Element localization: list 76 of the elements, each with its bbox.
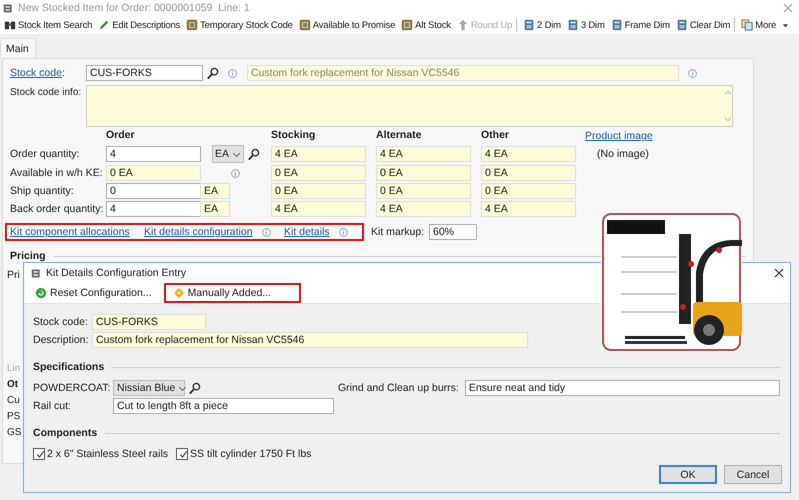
field-label: Stock code info: [10, 86, 82, 98]
checkbox-label[interactable]: 2 x 6" Stainless Steel rails [47, 448, 168, 460]
input-field[interactable]: 0 EA [106, 165, 201, 181]
field-label: POWDERCOAT: [33, 382, 112, 394]
dialog-title: Kit Details Configuration Entry [46, 267, 186, 279]
field-label: Cu [7, 395, 20, 406]
toolbar-button[interactable]: Temporary Stock Code [182, 16, 295, 34]
toolbar-button[interactable]: More [737, 16, 792, 34]
dialog-button[interactable]: OK [659, 465, 717, 484]
kit-link[interactable]: Kit details [284, 226, 330, 238]
input-field[interactable]: EA [200, 183, 230, 199]
column-header: Order [106, 129, 136, 143]
input-field[interactable]: 0 EA [481, 183, 576, 199]
tab[interactable]: Main [0, 38, 36, 58]
kit-link[interactable]: Kit details configuration [144, 226, 253, 238]
section-title: Ot [7, 379, 18, 390]
input-field[interactable]: CUS-FORKS [92, 314, 206, 330]
input-field[interactable]: Custom fork replacement for Nissan VC5546 [92, 332, 528, 348]
toolbar-button[interactable]: 3 Dim [562, 16, 607, 34]
checkbox-label[interactable]: SS tilt cylinder 1750 Ft lbs [190, 448, 312, 460]
field-label: PS [7, 411, 20, 422]
input-field[interactable]: 0 EA [481, 165, 576, 181]
input-field[interactable]: 4 EA [376, 201, 471, 217]
input-field[interactable]: 0 EA [271, 183, 366, 199]
input-field[interactable]: 4 [106, 201, 201, 217]
input-field[interactable]: 0 [106, 183, 201, 199]
input-field[interactable]: 4 [106, 146, 201, 162]
toolbar-button[interactable]: Manually Added... [164, 283, 302, 303]
section-title: Specifications [33, 361, 104, 373]
toolbar-button[interactable]: Alt Stock [397, 16, 453, 34]
stock-code-link[interactable]: Stock code [10, 67, 62, 79]
field-label: Stock code: [33, 316, 89, 328]
toolbar-button[interactable]: Reset Configuration... [26, 283, 164, 303]
product-image-link[interactable]: Product image [585, 130, 653, 142]
window-title: New Stocked Item for Order: 0000001059 Line: 1 [18, 2, 250, 14]
kit-link[interactable]: Kit component allocations [10, 226, 130, 238]
field-label: Description: [33, 334, 90, 346]
field-label: Ship quantity: [10, 185, 75, 197]
column-header: Alternate [376, 129, 423, 143]
field-label: Grind and Clean up burrs: [338, 382, 459, 394]
input-field[interactable]: 4 EA [376, 146, 471, 162]
field-label: Back order quantity: [10, 203, 104, 215]
input-field[interactable]: CUS-FORKS [86, 65, 203, 81]
input-field[interactable]: 4 EA [271, 201, 366, 217]
input-field[interactable]: Ensure neat and tidy [464, 380, 780, 396]
no-image-text: (No image) [596, 148, 650, 160]
field-label: GS [7, 427, 22, 438]
input-field[interactable]: 4 EA [271, 146, 366, 162]
input-field[interactable]: Cut to length 8ft a piece [113, 398, 334, 414]
toolbar-button[interactable]: Stock Item Search [0, 16, 94, 34]
field-label: Available in w/h KE: [10, 167, 104, 179]
toolbar-button[interactable]: 2 Dim [519, 16, 563, 34]
field-label: Pri [7, 269, 20, 281]
field-label: : [62, 67, 65, 79]
input-field[interactable]: 0 EA [376, 183, 471, 199]
input-field[interactable]: 0 EA [271, 165, 366, 181]
input-field[interactable]: 0 EA [376, 165, 471, 181]
field-label: Order quantity: [10, 148, 80, 160]
dialog-button[interactable]: Cancel [724, 465, 782, 484]
section-title: Components [33, 427, 98, 439]
input-field[interactable]: 60% [429, 224, 477, 240]
toolbar-button[interactable]: Available to Promise [294, 16, 398, 34]
toolbar-button[interactable]: Frame Dim [606, 16, 672, 34]
column-header: Stocking [271, 129, 316, 143]
input-field[interactable]: EA [200, 201, 230, 217]
field-label: Lin [7, 363, 20, 374]
dropdown[interactable]: Nissian Blue [113, 380, 185, 396]
section-title: Pricing [10, 250, 46, 262]
input-field[interactable]: 4 EA [481, 201, 576, 217]
column-header: Other [481, 129, 510, 143]
field-label: Rail cut: [33, 400, 72, 412]
toolbar-button[interactable]: Clear Dim [672, 16, 732, 34]
toolbar-button[interactable]: Edit Descriptions [94, 16, 182, 34]
unit-dropdown[interactable]: EA [212, 145, 244, 163]
input-field[interactable]: 4 EA [481, 146, 576, 162]
field-label: Kit markup: [371, 226, 426, 238]
